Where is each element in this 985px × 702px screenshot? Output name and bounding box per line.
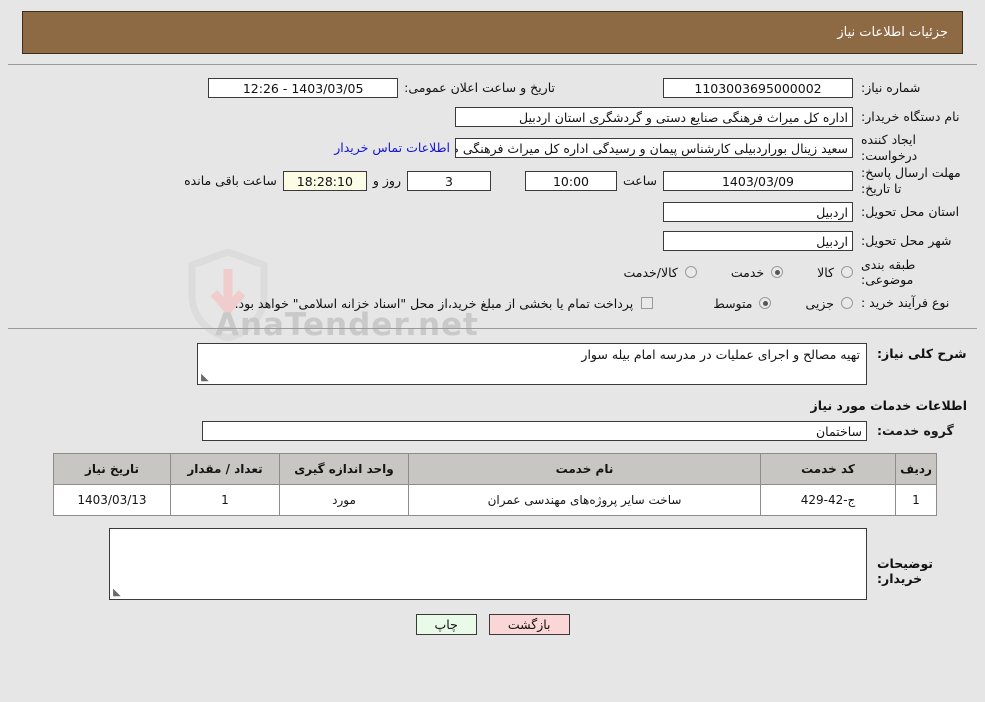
remaining-days-field[interactable]: 3 [406,170,491,191]
classification-option-label: کالا [817,264,834,280]
remaining-hours-label: ساعت باقی مانده [184,173,277,189]
general-description-textarea[interactable]: تهیه مصالح و اجرای عملیات در مدرسه امام … [197,342,867,385]
row-purchase-type: نوع فرآیند خرید : جزیی متوسط پرداخت تمام… [8,289,977,318]
cell-need-date: 1403/03/13 [53,483,171,516]
province-field[interactable]: اردبیل [663,202,853,222]
general-description-value: تهیه مصالح و اجرای عملیات در مدرسه امام … [581,346,860,362]
table-header-unit: واحد اندازه گیری [279,452,409,485]
footer-actions: بازگشت چاپ [0,613,985,635]
services-table: ردیف کد خدمت نام خدمت واحد اندازه گیری ت… [53,452,937,516]
purchase-type-option-label: متوسط [713,295,753,311]
deadline-label: مهلت ارسال پاسخ: تا تاریخ: [861,165,961,196]
need-info-panel: شماره نیاز: 1103003695000002 تاریخ و ساع… [8,64,977,329]
back-button[interactable]: بازگشت [488,613,570,635]
deadline-date-field[interactable]: 1403/03/09 [663,170,853,191]
classification-option-label: خدمت [730,264,765,280]
purchase-type-radio-group: جزیی متوسط [679,296,853,311]
purchase-type-option-motevaset[interactable]: متوسط [713,295,772,311]
cell-radif: 1 [895,483,937,516]
general-description-label: شرح کلی نیاز: [877,345,967,361]
row-buyer-notes: توضیحات خریدار: ◢ [8,527,977,600]
announcement-label: تاریخ و ساعت اعلان عمومی: [404,80,555,95]
service-group-label: گروه خدمت: [877,423,954,439]
province-label: استان محل تحویل: [861,204,960,220]
city-field[interactable]: اردبیل [663,231,853,251]
islamic-treasury-checkbox-label: پرداخت تمام یا بخشی از مبلغ خرید،از محل … [234,295,634,311]
services-table-wrapper: ردیف کد خدمت نام خدمت واحد اندازه گیری ت… [8,452,977,516]
row-requester: ایجاد کننده درخواست: سعید زینال بوراردبی… [8,131,977,164]
resize-grip-icon[interactable]: ◢ [113,587,123,598]
row-buyer-org: نام دستگاه خریدار: اداره کل میراث فرهنگی… [8,102,977,131]
table-header-quantity: تعداد / مقدار [170,452,280,485]
checkbox-icon[interactable] [641,297,654,310]
radio-icon[interactable] [841,297,853,310]
table-header-service-code: کد خدمت [760,452,896,485]
cell-service-code: ج-42-429 [760,483,896,516]
islamic-treasury-checkbox-row[interactable]: پرداخت تمام یا بخشی از مبلغ خرید،از محل … [235,296,654,311]
requester-field[interactable]: سعید زینال بوراردبیلی کارشناس پیمان و رس… [455,137,853,158]
buyer-org-field[interactable]: اداره کل میراث فرهنگی صنایع دستی و گردشگ… [455,106,853,127]
announcement-datetime-field[interactable]: 1403/03/05 - 12:26 [208,77,399,98]
table-header-row: ردیف کد خدمت نام خدمت واحد اندازه گیری ت… [53,452,937,485]
buyer-notes-label: توضیحات خریدار: [877,555,933,586]
resize-grip-icon[interactable]: ◢ [201,372,211,383]
classification-option-label: کالا/خدمت [623,264,678,280]
buyer-org-label: نام دستگاه خریدار: [861,108,960,124]
table-row: 1 ج-42-429 ساخت سایر پروژه‌های مهندسی عم… [53,483,937,516]
radio-icon[interactable] [684,266,697,279]
deadline-hour-field[interactable]: 10:00 [524,170,617,191]
print-button[interactable]: چاپ [415,613,477,635]
page-header: جزئیات اطلاعات نیاز [22,11,963,54]
cell-service-name: ساخت سایر پروژه‌های مهندسی عمران [408,483,761,516]
table-header-radif: ردیف [895,452,937,485]
row-classification: طبقه بندی موضوعی: کالا خدمت کالا/خدمت [8,256,977,289]
radio-icon[interactable] [771,266,784,279]
row-need-number: شماره نیاز: 1103003695000002 تاریخ و ساع… [8,73,977,102]
row-general-description: شرح کلی نیاز: تهیه مصالح و اجرای عملیات … [8,342,977,385]
row-deadline: مهلت ارسال پاسخ: تا تاریخ: 1403/03/09 سا… [8,164,977,197]
row-service-group: گروه خدمت: ساختمان [8,420,977,441]
row-city: شهر محل تحویل: اردبیل [8,227,977,256]
remaining-days-label: روز و [372,173,401,189]
need-number-label: شماره نیاز: [861,79,921,95]
need-number-field[interactable]: 1103003695000002 [663,77,853,98]
cell-unit: مورد [279,483,409,516]
details-section: شرح کلی نیاز: تهیه مصالح و اجرای عملیات … [0,329,985,602]
city-label: شهر محل تحویل: [861,233,952,249]
classification-label: طبقه بندی موضوعی: [861,256,916,288]
radio-icon[interactable] [759,297,772,310]
purchase-type-label: نوع فرآیند خرید : [861,295,950,311]
classification-option-khedmat[interactable]: خدمت [730,264,784,280]
page-title: جزئیات اطلاعات نیاز [837,25,948,40]
row-province: استان محل تحویل: اردبیل [8,198,977,227]
classification-option-kala-khedmat[interactable]: کالا/خدمت [623,264,697,280]
service-group-field[interactable]: ساختمان [202,420,867,441]
purchase-type-option-label: جزیی [805,295,834,311]
classification-radio-group: کالا خدمت کالا/خدمت [589,265,853,280]
purchase-type-option-jozei[interactable]: جزیی [805,296,853,311]
classification-option-kala[interactable]: کالا [817,265,853,280]
deadline-hour-label: ساعت [622,173,657,189]
table-header-need-date: تاریخ نیاز [53,452,171,485]
buyer-contact-link[interactable]: اطلاعات تماس خریدار [329,140,455,155]
buyer-notes-textarea[interactable]: ◢ [109,527,867,600]
services-section-title: اطلاعات خدمات مورد نیاز [810,397,968,413]
radio-icon[interactable] [841,266,853,279]
countdown-field[interactable]: 18:28:10 [282,170,367,191]
requester-label: ایجاد کننده درخواست: [861,132,918,163]
cell-quantity: 1 [170,483,280,516]
table-header-service-name: نام خدمت [408,452,761,485]
